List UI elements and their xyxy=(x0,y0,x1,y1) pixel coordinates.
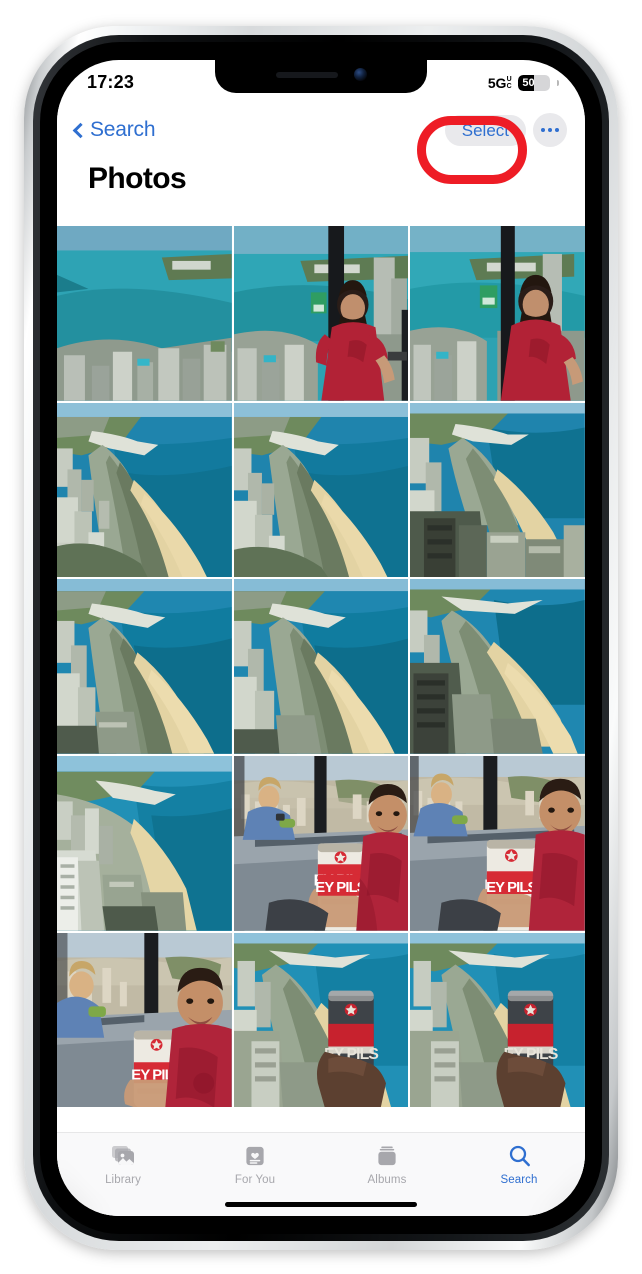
ellipsis-dot-icon xyxy=(548,128,552,132)
tab-label: Albums xyxy=(367,1174,407,1186)
back-button[interactable]: Search xyxy=(71,118,156,142)
battery-cap-icon xyxy=(557,79,559,86)
select-button[interactable]: Select xyxy=(444,114,526,146)
page-title: Photos xyxy=(57,156,585,206)
network-subscript: U C xyxy=(507,76,512,90)
photo-cell[interactable] xyxy=(57,579,232,754)
photo-cell[interactable] xyxy=(57,226,232,401)
status-indicators: 5G U C 50 xyxy=(488,74,559,91)
network-sub-top: U xyxy=(506,75,512,83)
chevron-left-icon xyxy=(72,122,89,138)
phone-screen: 17:23 5G U C 50 Search Select Photos EY … xyxy=(57,60,585,1216)
photo-cell[interactable] xyxy=(410,579,585,755)
photo-grid: EY PILS EY PILS EY PILS EY PILS EY PILS xyxy=(57,226,585,1216)
tab-label: For You xyxy=(234,1174,276,1186)
photo-cell[interactable] xyxy=(233,579,409,755)
tab-search[interactable]: Search xyxy=(453,1133,585,1216)
earpiece-speaker-icon xyxy=(275,71,338,78)
front-camera-icon xyxy=(353,68,367,81)
photo-cell[interactable] xyxy=(57,756,232,931)
svg-text:EY PILS: EY PILS xyxy=(486,880,537,896)
tab-label: Library xyxy=(105,1174,141,1186)
navbar-right-actions: Select xyxy=(444,113,567,147)
tab-library[interactable]: Library xyxy=(57,1133,189,1216)
notch xyxy=(215,60,427,93)
photo-cell[interactable]: EY PILS EY PILS xyxy=(410,756,585,931)
ellipsis-dot-icon xyxy=(555,128,559,132)
photo-stack-icon xyxy=(108,1142,138,1170)
more-options-button[interactable] xyxy=(533,113,567,147)
photo-cell[interactable]: EY PILS xyxy=(233,932,409,1108)
home-indicator[interactable] xyxy=(225,1202,417,1207)
screenshot-stage: 17:23 5G U C 50 Search Select Photos EY … xyxy=(0,0,642,1274)
ellipsis-dot-icon xyxy=(541,128,545,132)
status-time: 17:23 xyxy=(87,71,135,92)
network-sub-bottom: C xyxy=(506,82,512,90)
photo-cell[interactable] xyxy=(410,402,585,578)
network-type-label: 5G xyxy=(487,74,507,91)
photo-cell[interactable] xyxy=(57,402,232,578)
photo-cell[interactable]: EY PILS xyxy=(57,932,232,1108)
photo-cell[interactable]: EY PILS EY PILS xyxy=(233,756,409,931)
navigation-bar: Search Select xyxy=(57,104,585,156)
back-button-label: Search xyxy=(90,118,156,141)
photo-cell[interactable] xyxy=(233,226,409,401)
cellular-network-indicator: 5G U C xyxy=(488,75,512,91)
battery-icon: 50 xyxy=(517,74,550,91)
photo-cell[interactable] xyxy=(233,402,409,578)
photo-cell[interactable] xyxy=(410,226,585,401)
search-icon xyxy=(504,1142,534,1170)
heart-card-icon xyxy=(240,1142,270,1170)
albums-icon xyxy=(372,1142,402,1170)
battery-percent-label: 50 xyxy=(522,76,535,89)
photo-cell[interactable]: EY PILS xyxy=(410,932,585,1108)
tab-label: Search xyxy=(500,1174,538,1186)
